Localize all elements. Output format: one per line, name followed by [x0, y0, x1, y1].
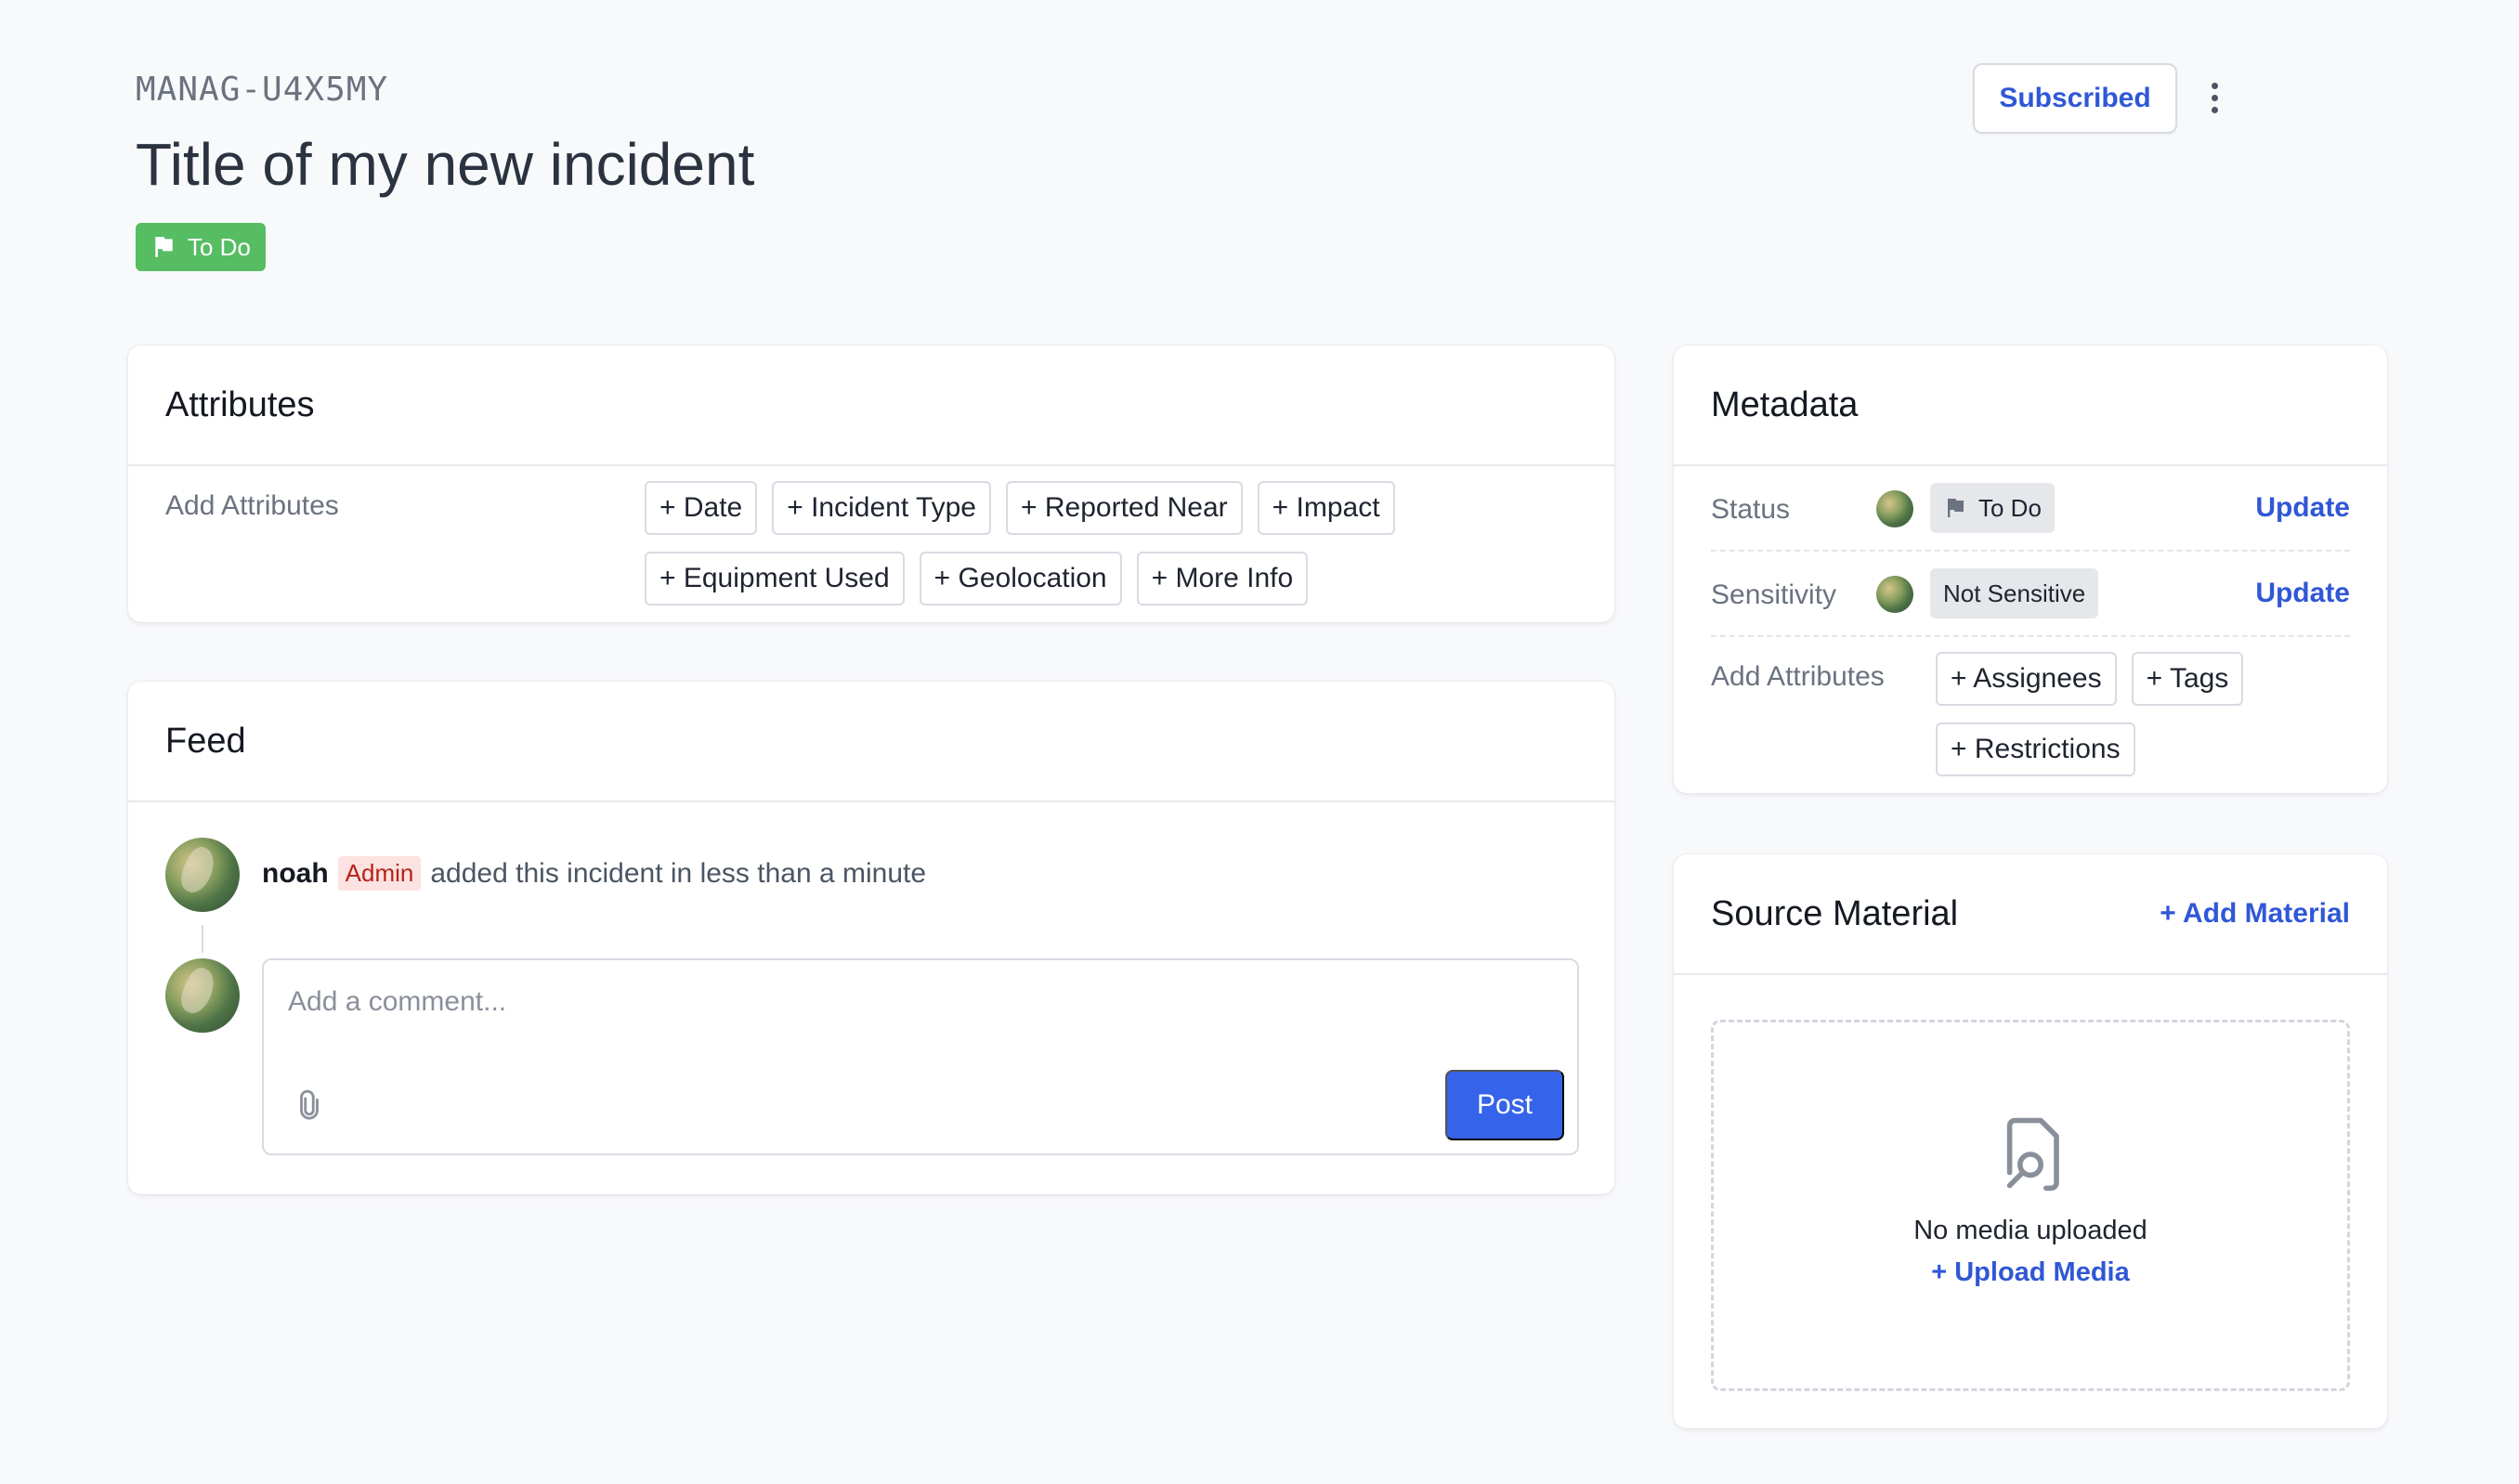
update-status-link[interactable]: Update: [2255, 492, 2350, 524]
add-date-button[interactable]: + Date: [645, 481, 758, 535]
file-search-icon: [2006, 1117, 2059, 1191]
sensitivity-badge: Not Sensitive: [1930, 568, 2099, 618]
source-material-title: Source Material: [1711, 893, 1959, 933]
status-badge: To Do: [1930, 483, 2055, 533]
source-material-header: Source Material + Add Material: [1674, 854, 2387, 975]
add-geolocation-button[interactable]: + Geolocation: [919, 552, 1122, 605]
sensitivity-label: Sensitivity: [1711, 579, 1837, 610]
comment-box[interactable]: Add a comment... Post: [262, 958, 1579, 1155]
avatar: [165, 838, 240, 912]
feed-user-name[interactable]: noah: [262, 858, 329, 890]
status-badge-label: To Do: [188, 232, 251, 261]
add-reported-near-button[interactable]: + Reported Near: [1006, 481, 1243, 535]
source-material-card: Source Material + Add Material No media …: [1674, 854, 2387, 1428]
incident-id: MANAG-U4X5MY: [136, 71, 389, 109]
avatar: [1876, 576, 1913, 613]
add-restrictions-button[interactable]: + Restrictions: [1936, 722, 2135, 776]
attributes-title: Attributes: [128, 345, 1614, 466]
feed-entry-text: added this incident in less than a minut…: [430, 857, 927, 889]
add-tags-button[interactable]: + Tags: [2131, 652, 2244, 706]
add-incident-type-button[interactable]: + Incident Type: [772, 481, 991, 535]
status-row: Status To Do Update: [1711, 466, 2350, 552]
add-material-link[interactable]: + Add Material: [2160, 898, 2350, 930]
status-value: To Do: [1978, 493, 2042, 522]
avatar: [1876, 490, 1913, 527]
no-media-text: No media uploaded: [1913, 1216, 2147, 1245]
more-options-icon[interactable]: [2196, 74, 2233, 121]
paperclip-icon[interactable]: [294, 1088, 325, 1122]
sensitivity-value: Not Sensitive: [1943, 579, 2086, 607]
status-badge: To Do: [136, 223, 266, 271]
metadata-title: Metadata: [1674, 345, 2387, 466]
add-equipment-used-button[interactable]: + Equipment Used: [645, 552, 905, 605]
status-label: Status: [1711, 494, 1791, 525]
flag-icon: [1948, 499, 1964, 517]
metadata-card: Metadata Status To Do Update Sensitivity…: [1674, 345, 2387, 793]
comment-input[interactable]: Add a comment...: [288, 986, 506, 1018]
metadata-add-attributes-label: Add Attributes: [1711, 661, 1885, 692]
media-dropzone[interactable]: No media uploaded + Upload Media: [1711, 1020, 2350, 1391]
flag-icon: [155, 237, 173, 257]
attributes-card: Attributes Add Attributes + Date + Incid…: [128, 345, 1614, 622]
metadata-chips: + Assignees + Tags + Restrictions: [1936, 652, 2335, 776]
page-title: Title of my new incident: [136, 131, 755, 198]
feed-title: Feed: [128, 682, 1614, 802]
feed-card: Feed noah Admin added this incident in l…: [128, 682, 1614, 1194]
subscribe-button[interactable]: Subscribed: [1973, 63, 2177, 134]
update-sensitivity-link[interactable]: Update: [2255, 578, 2350, 609]
upload-media-link[interactable]: + Upload Media: [1931, 1257, 2130, 1288]
add-more-info-button[interactable]: + More Info: [1136, 552, 1309, 605]
sensitivity-row: Sensitivity Not Sensitive Update: [1711, 552, 2350, 637]
avatar: [165, 958, 240, 1033]
attribute-chips: + Date + Incident Type + Reported Near +…: [645, 481, 1573, 605]
add-impact-button[interactable]: + Impact: [1257, 481, 1395, 535]
role-badge: Admin: [337, 856, 422, 891]
post-button[interactable]: Post: [1445, 1070, 1564, 1140]
add-attributes-label: Add Attributes: [165, 490, 339, 521]
add-assignees-button[interactable]: + Assignees: [1936, 652, 2117, 706]
timeline-connector: [202, 925, 203, 953]
feed-entry: noah Admin added this incident in less t…: [262, 856, 926, 891]
